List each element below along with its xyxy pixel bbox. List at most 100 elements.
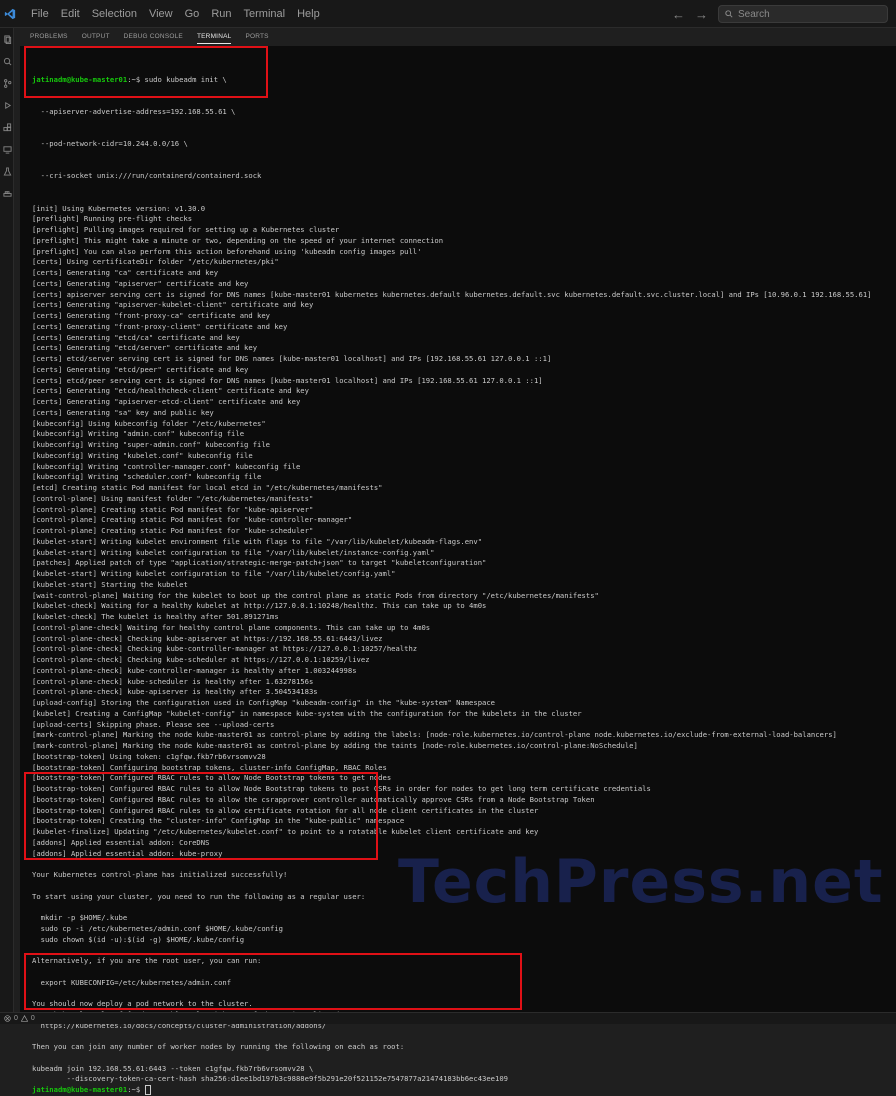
terminal-output-line: [certs] Generating "etcd/healthcheck-cli… — [32, 386, 309, 396]
tab-terminal[interactable]: TERMINAL — [196, 32, 232, 44]
terminal-output-line: export KUBECONFIG=/etc/kubernetes/admin.… — [32, 977, 232, 987]
docker-icon[interactable] — [0, 182, 14, 204]
terminal-output-line: [kubelet-start] Writing kubelet environm… — [32, 536, 483, 546]
command-continuation-line: --cri-socket unix:///run/containerd/cont… — [32, 171, 262, 181]
extensions-icon[interactable] — [0, 116, 14, 138]
warning-count[interactable]: 0 — [31, 1015, 35, 1022]
back-arrow-icon[interactable]: ← — [672, 7, 685, 22]
menu-bar: File Edit Selection View Go Run Terminal… — [0, 0, 896, 28]
terminal-output-line: Your Kubernetes control-plane has initia… — [32, 870, 288, 879]
error-icon[interactable] — [4, 1015, 11, 1022]
menu-terminal[interactable]: Terminal — [238, 0, 292, 28]
terminal-output-line: [kubelet] Creating a ConfigMap "kubelet-… — [32, 708, 582, 718]
terminal-output-line: You should now deploy a pod network to t… — [32, 999, 253, 1008]
terminal-output-line: [upload-config] Storing the configuratio… — [32, 698, 496, 707]
terminal-output-line: --discovery-token-ca-cert-hash sha256:d1… — [32, 1074, 508, 1084]
terminal-output-line: [bootstrap-token] Configuring bootstrap … — [32, 762, 387, 772]
terminal-output-line: [preflight] This might take a minute or … — [32, 235, 444, 245]
terminal-output-line: [control-plane-check] Checking kube-sche… — [32, 655, 370, 664]
search-icon — [725, 10, 733, 18]
menu-run[interactable]: Run — [205, 0, 237, 28]
terminal-output-line: [certs] etcd/peer serving cert is signed… — [32, 375, 543, 385]
prompt-user: jatinadm@kube-master01 — [32, 74, 128, 84]
final-prompt-line: jatinadm@kube-master01:~$ — [32, 1085, 872, 1096]
terminal-output-line: [control-plane-check] kube-apiserver is … — [32, 687, 318, 697]
terminal-output-line: [control-plane] Creating static Pod mani… — [32, 515, 353, 525]
search-view-icon[interactable] — [0, 50, 14, 72]
command-search-box[interactable] — [718, 5, 888, 23]
final-prompt-suffix: :~$ — [127, 1085, 145, 1094]
terminal-output-line: [bootstrap-token] Configured RBAC rules … — [32, 773, 392, 783]
terminal-output-line: [bootstrap-token] Configured RBAC rules … — [32, 794, 595, 804]
terminal-output-line: [kubeconfig] Writing "kubelet.conf" kube… — [32, 450, 253, 460]
terminal-output-line: [certs] Generating "apiserver-kubelet-cl… — [32, 300, 314, 310]
testing-icon[interactable] — [0, 160, 14, 182]
terminal-output-line: [control-plane-check] kube-controller-ma… — [32, 665, 357, 675]
terminal-output-line: [certs] Generating "front-proxy-client" … — [32, 321, 288, 331]
navigation-arrows: ← → — [672, 0, 708, 28]
terminal-output-line: [certs] Using certificateDir folder "/et… — [32, 257, 279, 267]
remote-explorer-icon[interactable] — [0, 138, 14, 160]
search-input[interactable] — [738, 8, 878, 20]
command-text: :~$ sudo kubeadm init \ — [127, 74, 227, 84]
terminal-output-line: [certs] Generating "ca" certificate and … — [32, 268, 219, 277]
terminal-output-line: [kubelet-start] Starting the kubelet — [32, 579, 188, 589]
terminal-output-line: [preflight] Running pre-flight checks — [32, 214, 193, 224]
terminal-output-line: [bootstrap-token] Creating the "cluster-… — [32, 816, 405, 826]
terminal-cursor — [144, 1085, 151, 1095]
source-control-icon[interactable] — [0, 72, 14, 94]
terminal-output-line: [control-plane] Using manifest folder "/… — [32, 493, 314, 503]
final-prompt-user: jatinadm@kube-master01 — [32, 1085, 128, 1094]
run-debug-icon[interactable] — [0, 94, 14, 116]
terminal-output-line: [kubelet-start] Writing kubelet configur… — [32, 569, 396, 578]
terminal-panel[interactable]: jatinadm@kube-master01:~$ sudo kubeadm i… — [20, 46, 896, 1095]
terminal-output-line: Then you can join any number of worker n… — [32, 1042, 405, 1051]
terminal-output-line: [wait-control-plane] Waiting for the kub… — [32, 590, 599, 600]
terminal-output-line: [certs] etcd/server serving cert is sign… — [32, 354, 552, 363]
panel-tab-bar: PROBLEMS OUTPUT DEBUG CONSOLE TERMINAL P… — [30, 32, 283, 44]
tab-output[interactable]: OUTPUT — [82, 32, 110, 44]
terminal-output-line: [kubeconfig] Writing "controller-manager… — [32, 461, 301, 471]
terminal-output-line: [control-plane-check] Waiting for health… — [32, 622, 431, 632]
terminal-output-line: [control-plane-check] Checking kube-apis… — [32, 633, 383, 643]
menu-view[interactable]: View — [143, 0, 179, 28]
tab-debug-console[interactable]: DEBUG CONSOLE — [124, 32, 183, 44]
terminal-output-line: [certs] Generating "sa" key and public k… — [32, 407, 214, 417]
terminal-output-line: [kubeconfig] Writing "admin.conf" kubeco… — [32, 429, 245, 439]
terminal-output: jatinadm@kube-master01:~$ sudo kubeadm i… — [32, 53, 872, 1096]
tab-ports[interactable]: PORTS — [245, 32, 268, 44]
terminal-output-line: [kubeconfig] Writing "super-admin.conf" … — [32, 440, 270, 449]
menu-go[interactable]: Go — [179, 0, 206, 28]
terminal-output-line: [preflight] Pulling images required for … — [32, 225, 340, 234]
warning-icon[interactable] — [20, 1015, 28, 1022]
tab-problems[interactable]: PROBLEMS — [30, 32, 68, 44]
menu-selection[interactable]: Selection — [86, 0, 143, 28]
menu-file[interactable]: File — [25, 0, 55, 28]
terminal-output-line: To start using your cluster, you need to… — [32, 891, 366, 901]
terminal-output-line: [control-plane-check] Checking kube-cont… — [32, 644, 418, 654]
terminal-output-line: [mark-control-plane] Marking the node ku… — [32, 741, 638, 750]
terminal-output-line: [addons] Applied essential addon: kube-p… — [32, 848, 223, 858]
menu-edit[interactable]: Edit — [55, 0, 86, 28]
command-continuation-line: --pod-network-cidr=10.244.0.0/16 \ — [32, 139, 188, 148]
terminal-output-line: [kubelet-finalize] Updating "/etc/kubern… — [32, 827, 539, 836]
terminal-output-line: [preflight] You can also perform this ac… — [32, 246, 422, 256]
terminal-output-line: kubeadm join 192.168.55.61:6443 --token … — [32, 1063, 314, 1073]
vscode-logo-icon — [3, 7, 17, 21]
error-count[interactable]: 0 — [14, 1015, 18, 1022]
terminal-output-line: [mark-control-plane] Marking the node ku… — [32, 730, 837, 740]
terminal-output-line: [certs] Generating "front-proxy-ca" cert… — [32, 311, 270, 320]
menu-help[interactable]: Help — [291, 0, 326, 28]
explorer-icon[interactable] — [0, 28, 14, 50]
terminal-output-line: [upload-certs] Skipping phase. Please se… — [32, 719, 275, 729]
command-line: jatinadm@kube-master01:~$ sudo kubeadm i… — [32, 75, 872, 86]
terminal-output-line: sudo chown $(id -u):$(id -g) $HOME/.kube… — [32, 934, 245, 944]
terminal-output-line: [certs] apiserver serving cert is signed… — [32, 289, 872, 299]
forward-arrow-icon[interactable]: → — [695, 7, 708, 22]
terminal-output-line: Alternatively, if you are the root user,… — [32, 956, 262, 965]
